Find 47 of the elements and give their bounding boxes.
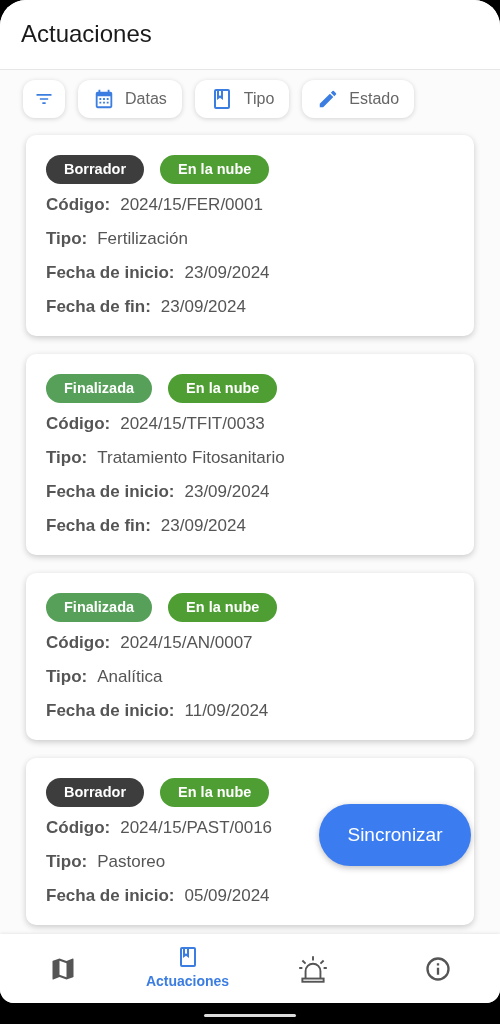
field-label: Fecha de inicio: — [46, 481, 175, 504]
filter-chip[interactable]: Estado — [302, 80, 415, 118]
field-value: 05/09/2024 — [184, 885, 270, 908]
filter-chip[interactable]: Datas — [78, 80, 182, 118]
field-value: 2024/15/FER/0001 — [120, 194, 263, 217]
info-icon — [423, 954, 452, 983]
filter-chip[interactable]: Tipo — [194, 80, 290, 118]
field-value: 11/09/2024 — [184, 700, 269, 723]
field-label: Fecha de inicio: — [46, 262, 175, 285]
field-value: Analítica — [97, 666, 163, 689]
sync-button[interactable]: Sincronizar — [319, 804, 471, 866]
status-tag: En la nube — [168, 374, 278, 403]
field-label: Tipo: — [46, 666, 88, 689]
status-tag: En la nube — [168, 593, 278, 622]
status-tag: Finalizada — [46, 593, 153, 622]
field-label: Código: — [46, 413, 111, 436]
field-value: 23/09/2024 — [184, 262, 270, 285]
field-value: 2024/15/AN/0007 — [120, 632, 253, 655]
field-label: Tipo: — [46, 447, 88, 470]
field-label: Tipo: — [46, 851, 88, 874]
page-title: Actuaciones — [21, 20, 152, 49]
record-card[interactable]: Finalizada En la nube Código: 2024/15/TFIT/0033 Tipo: Tratamiento Fitosanitario Fecha de inicio: 23/09/2024 Fecha de fin: 23/09/2024 — [26, 354, 474, 555]
field-value: Tratamiento Fitosanitario — [97, 447, 285, 470]
status-tag: Borrador — [46, 155, 145, 184]
record-card[interactable]: Finalizada En la nube Código: 2024/15/AN/0007 Tipo: Analítica Fecha de inicio: 11/09/2024 — [26, 573, 474, 740]
field-label: Fecha de fin: — [46, 515, 151, 538]
field-value: Fertilización — [97, 228, 188, 251]
field-value: 2024/15/PAST/0016 — [120, 817, 273, 840]
field-label: Fecha de inicio: — [46, 885, 175, 908]
filter-button[interactable] — [23, 80, 65, 118]
field-label: Código: — [46, 194, 111, 217]
field-value: 23/09/2024 — [160, 515, 246, 538]
field-value: 23/09/2024 — [160, 296, 246, 319]
field-label: Fecha de inicio: — [46, 700, 175, 723]
field-label: Tipo: — [46, 228, 88, 251]
field-label: Código: — [46, 632, 111, 655]
field-label: Código: — [46, 817, 111, 840]
status-tag: En la nube — [160, 155, 270, 184]
field-label: Fecha de fin: — [46, 296, 151, 319]
status-tag: Borrador — [46, 778, 145, 807]
field-value: Pastoreo — [97, 851, 166, 874]
field-value: 23/09/2024 — [184, 481, 270, 504]
status-tag: Finalizada — [46, 374, 153, 403]
status-tag: En la nube — [160, 778, 270, 807]
field-value: 2024/15/TFIT/0033 — [120, 413, 265, 436]
record-card[interactable]: Borrador En la nube Código: 2024/15/FER/0001 Tipo: Fertilización Fecha de inicio: 23/09/2024 Fecha de fin: 23/09/2024 — [26, 135, 474, 336]
calendar-icon — [93, 88, 115, 110]
